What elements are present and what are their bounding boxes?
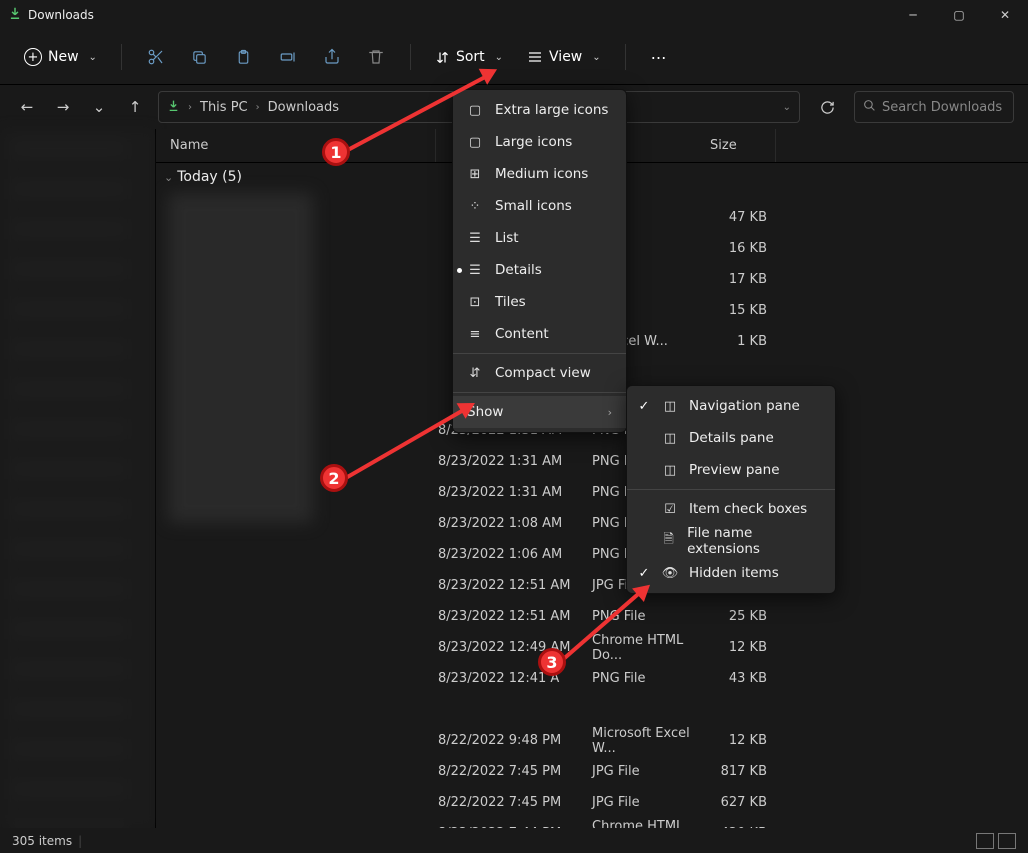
menu-details-pane[interactable]: ◫Details pane: [627, 422, 835, 454]
status-bar: 305 items |: [0, 828, 1028, 853]
chevron-down-icon[interactable]: ⌄: [783, 102, 791, 113]
menu-list[interactable]: ☰List: [453, 222, 626, 254]
checkbox-icon: ☑: [661, 502, 679, 517]
title-bar: Downloads ─ ▢ ✕: [0, 0, 1028, 30]
menu-file-extensions[interactable]: 🗎File name extensions: [627, 525, 835, 557]
separator: [453, 353, 626, 354]
compact-icon: ⇵: [467, 366, 483, 381]
marker-3: 3: [538, 648, 566, 676]
menu-navigation-pane[interactable]: ✓◫Navigation pane: [627, 390, 835, 422]
details-view-toggle[interactable]: [976, 833, 994, 849]
grid-icon: ⁘: [467, 199, 483, 214]
delete-button[interactable]: [356, 40, 396, 74]
window-title: Downloads: [28, 8, 94, 22]
chevron-right-icon: ›: [608, 406, 612, 419]
navigation-pane[interactable]: [0, 129, 156, 828]
new-label: New: [48, 49, 79, 65]
file-icon: 🗎: [660, 530, 677, 552]
menu-content[interactable]: ≡Content: [453, 318, 626, 350]
recent-button[interactable]: ⌄: [86, 95, 112, 119]
column-size[interactable]: Size: [696, 129, 776, 162]
menu-small-icons[interactable]: ⁘Small icons: [453, 190, 626, 222]
chevron-down-icon: ⌄: [89, 52, 97, 63]
grid-icon: ▢: [467, 135, 483, 150]
file-row[interactable]: 8/22/2022 9:48 PMMicrosoft Excel W...12 …: [412, 725, 1028, 756]
breadcrumb-downloads[interactable]: Downloads: [268, 100, 339, 115]
view-menu: ▢Extra large icons ▢Large icons ⊞Medium …: [452, 89, 627, 433]
search-input[interactable]: Search Downloads: [854, 91, 1014, 123]
separator: [410, 44, 411, 70]
file-row[interactable]: 8/22/2022 7:45 PMJPG File817 KB: [412, 756, 1028, 787]
paste-button[interactable]: [224, 40, 264, 74]
separator: [625, 44, 626, 70]
search-icon: [863, 99, 876, 116]
view-label: View: [549, 49, 582, 65]
breadcrumb-this-pc[interactable]: This PC: [200, 100, 248, 115]
menu-tiles[interactable]: ⊡Tiles: [453, 286, 626, 318]
file-row[interactable]: 8/22/2022 7:44 PMChrome HTML Do...420 KB: [412, 818, 1028, 828]
file-row[interactable]: 8/23/2022 12:51 AMPNG File25 KB: [412, 601, 1028, 632]
tiles-icon: ⊡: [467, 295, 483, 310]
marker-1: 1: [322, 138, 350, 166]
column-name[interactable]: Name: [156, 129, 436, 162]
cut-button[interactable]: [136, 40, 176, 74]
menu-item-check-boxes[interactable]: ☑Item check boxes: [627, 493, 835, 525]
file-row[interactable]: 8/23/2022 12:49 AMChrome HTML Do...12 KB: [412, 632, 1028, 663]
blurred-content: [168, 193, 313, 523]
menu-extra-large-icons[interactable]: ▢Extra large icons: [453, 94, 626, 126]
download-icon: [8, 6, 22, 24]
menu-large-icons[interactable]: ▢Large icons: [453, 126, 626, 158]
content-icon: ≡: [467, 327, 483, 342]
show-submenu: ✓◫Navigation pane ◫Details pane ◫Preview…: [626, 385, 836, 594]
plus-icon: +: [24, 48, 42, 66]
up-button[interactable]: ↑: [122, 95, 148, 119]
minimize-button[interactable]: ─: [890, 0, 936, 30]
menu-details[interactable]: ☰Details: [453, 254, 626, 286]
forward-button[interactable]: →: [50, 95, 76, 119]
chevron-right-icon: ›: [256, 102, 260, 113]
thumbnails-view-toggle[interactable]: [998, 833, 1016, 849]
search-placeholder: Search Downloads: [882, 100, 1002, 115]
download-icon: [167, 99, 180, 116]
pane-icon: ◫: [661, 463, 679, 478]
check-icon: ✓: [637, 399, 651, 414]
maximize-button[interactable]: ▢: [936, 0, 982, 30]
main-toolbar: + New ⌄ Sort ⌄ View ⌄ ⋯: [0, 30, 1028, 85]
chevron-right-icon: ›: [188, 102, 192, 113]
marker-2: 2: [320, 464, 348, 492]
item-count: 305 items: [12, 834, 72, 848]
separator: [453, 392, 626, 393]
separator: [121, 44, 122, 70]
close-button[interactable]: ✕: [982, 0, 1028, 30]
group-label: Today (5): [177, 169, 242, 185]
view-button[interactable]: View ⌄: [517, 49, 611, 65]
separator: [627, 489, 835, 490]
eye-icon: 👁: [661, 566, 679, 581]
sort-label: Sort: [456, 49, 485, 65]
back-button[interactable]: ←: [14, 95, 40, 119]
grid-icon: ⊞: [467, 167, 483, 182]
rename-button[interactable]: [268, 40, 308, 74]
pane-icon: ◫: [661, 399, 679, 414]
more-button[interactable]: ⋯: [640, 40, 678, 74]
menu-show[interactable]: Show›: [453, 396, 626, 428]
sort-button[interactable]: Sort ⌄: [425, 49, 513, 65]
file-row[interactable]: 8/23/2022 12:41 APNG File43 KB: [412, 663, 1028, 694]
new-button[interactable]: + New ⌄: [14, 42, 107, 72]
grid-icon: ▢: [467, 103, 483, 118]
list-icon: ☰: [467, 231, 483, 246]
list-icon: ☰: [467, 263, 483, 278]
file-row[interactable]: 8/22/2022 7:45 PMJPG File627 KB: [412, 787, 1028, 818]
menu-preview-pane[interactable]: ◫Preview pane: [627, 454, 835, 486]
refresh-button[interactable]: [810, 91, 844, 123]
copy-button[interactable]: [180, 40, 220, 74]
share-button[interactable]: [312, 40, 352, 74]
pane-icon: ◫: [661, 431, 679, 446]
menu-hidden-items[interactable]: ✓👁Hidden items: [627, 557, 835, 589]
menu-compact-view[interactable]: ⇵Compact view: [453, 357, 626, 389]
chevron-down-icon: ⌄: [164, 171, 173, 184]
menu-medium-icons[interactable]: ⊞Medium icons: [453, 158, 626, 190]
chevron-down-icon: ⌄: [495, 52, 503, 63]
chevron-down-icon: ⌄: [592, 52, 600, 63]
